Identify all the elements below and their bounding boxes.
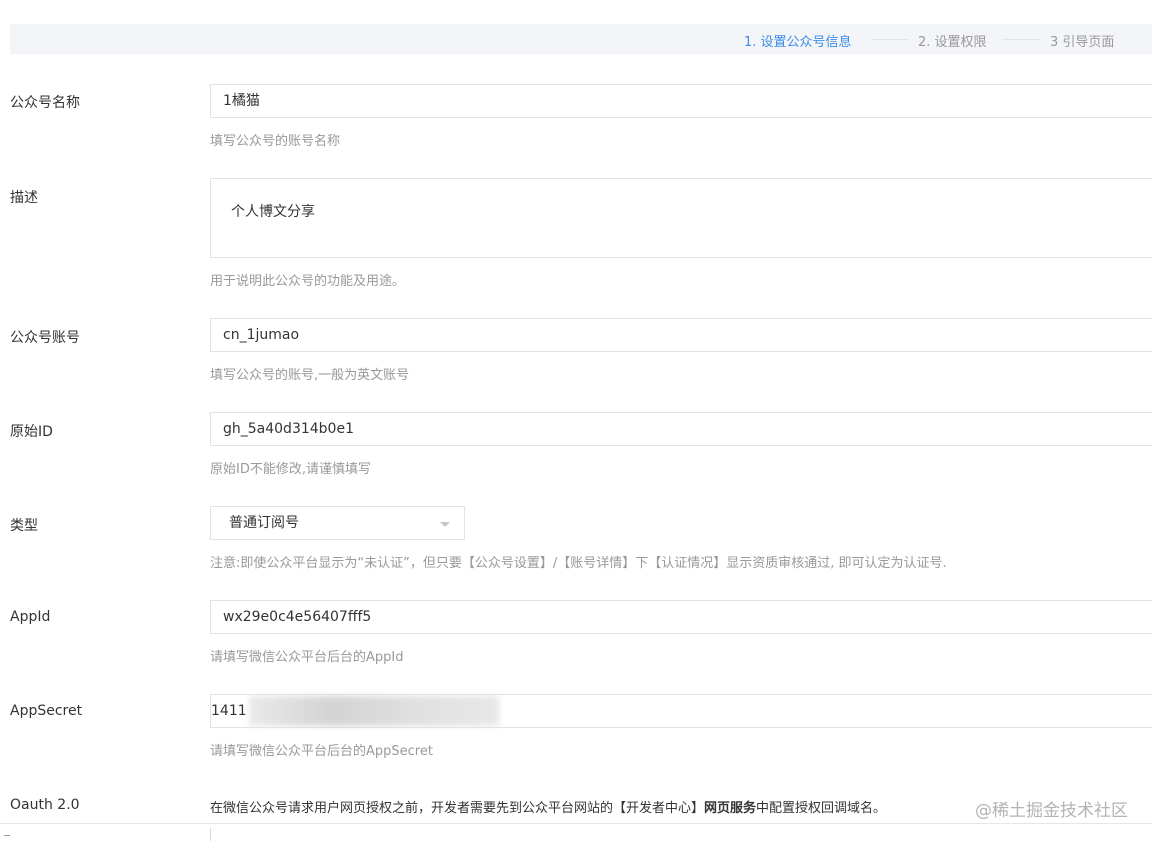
type-hint: 注意:即使公众平台显示为“未认证”，但只要【公众号设置】/【账号详情】下【认证情… <box>210 556 947 571</box>
appid-input[interactable]: wx29e0c4e56407fff5 <box>210 600 1152 634</box>
appsecret-visible-value: 1411 <box>211 703 247 719</box>
oauth-text-after: 中配置授权回调域名。 <box>756 801 887 816</box>
appsecret-redacted <box>248 696 499 726</box>
account-input[interactable]: cn_1jumao <box>210 318 1152 352</box>
type-select-value: 普通订阅号 <box>229 515 299 531</box>
original-id-input[interactable]: gh_5a40d314b0e1 <box>210 412 1152 446</box>
step-2[interactable]: 2. 设置权限 <box>918 31 987 50</box>
chevron-down-icon <box>440 522 450 527</box>
step-divider <box>872 39 908 40</box>
oauth-text-bold: 网页服务 <box>704 801 757 816</box>
appid-label: AppId <box>10 609 51 625</box>
oauth-description: 在微信公众号请求用户网页授权之前，开发者需要先到公众平台网站的【开发者中心】网页… <box>210 797 886 816</box>
appsecret-hint: 请填写微信公众平台后台的AppSecret <box>210 744 433 759</box>
account-label: 公众号账号 <box>10 330 80 346</box>
oauth-text-before: 在微信公众号请求用户网页授权之前，开发者需要先到公众平台网站的【开发者中心】 <box>210 801 705 816</box>
description-hint: 用于说明此公众号的功能及用途。 <box>210 274 406 289</box>
step-3[interactable]: 3 引导页面 <box>1050 31 1114 50</box>
watermark: @稀土掘金技术社区 <box>975 801 1128 821</box>
type-select[interactable]: 普通订阅号 <box>210 506 465 540</box>
account-hint: 填写公众号的账号,一般为英文账号 <box>210 368 410 383</box>
next-field-edge <box>210 828 211 841</box>
appsecret-input[interactable]: 1411 <box>210 694 1152 728</box>
description-label: 描述 <box>10 190 38 206</box>
steps-bar: 1. 设置公众号信息 2. 设置权限 3 引导页面 <box>10 24 1152 54</box>
description-textarea[interactable]: 个人博文分享 <box>210 178 1152 258</box>
name-input[interactable]: 1橘猫 <box>210 84 1152 118</box>
name-hint: 填写公众号的账号名称 <box>210 134 341 149</box>
step-divider <box>1002 39 1040 40</box>
original-id-hint: 原始ID不能修改,请谨慎填写 <box>210 462 371 477</box>
oauth-label: Oauth 2.0 <box>10 797 80 813</box>
appid-hint: 请填写微信公众平台后台的AppId <box>210 650 404 665</box>
appsecret-label: AppSecret <box>10 703 83 719</box>
name-label: 公众号名称 <box>10 95 80 111</box>
divider <box>0 823 1152 824</box>
type-label: 类型 <box>10 518 38 534</box>
next-field-marker <box>4 835 10 836</box>
original-id-label: 原始ID <box>10 424 53 440</box>
step-1[interactable]: 1. 设置公众号信息 <box>744 31 852 50</box>
